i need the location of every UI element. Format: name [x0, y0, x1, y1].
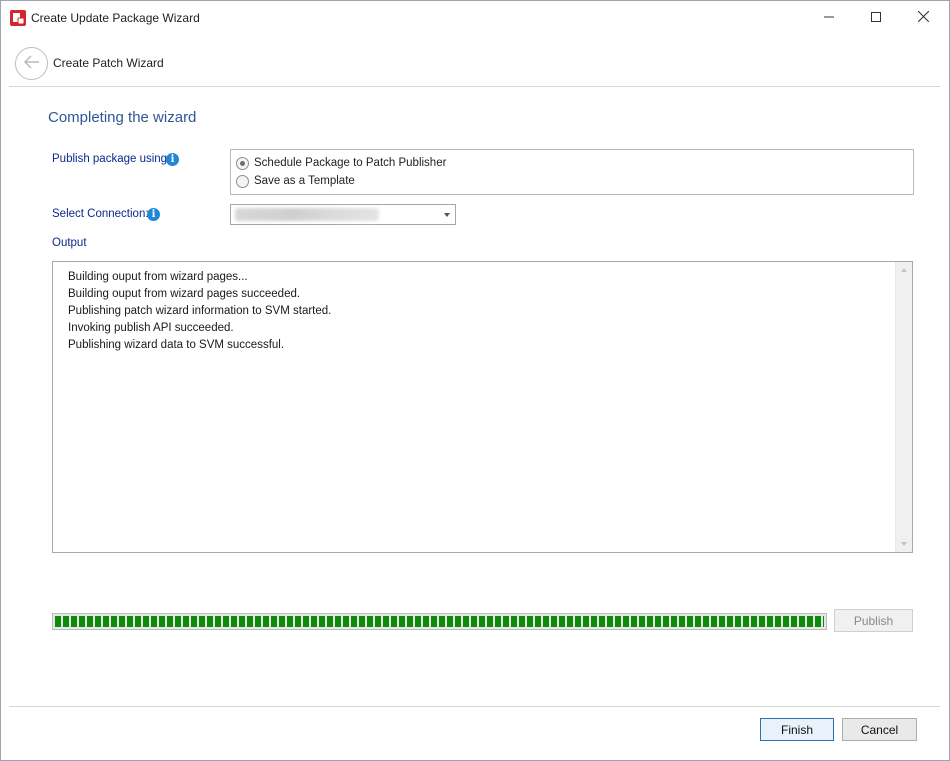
- log-line: Publishing patch wizard information to S…: [68, 305, 332, 317]
- back-button[interactable]: [15, 47, 48, 80]
- radio-button-checked[interactable]: [236, 156, 249, 170]
- radio-label: Save as a Template: [254, 175, 355, 187]
- connection-value-redacted: [235, 208, 379, 221]
- log-line: Building ouput from wizard pages...: [68, 271, 248, 283]
- info-icon[interactable]: i: [147, 208, 160, 221]
- minimize-button[interactable]: [806, 1, 852, 35]
- page-title: Completing the wizard: [48, 109, 197, 126]
- footer-divider: [9, 706, 940, 707]
- radio-save-template[interactable]: Save as a Template: [236, 173, 355, 189]
- wizard-header: Create Patch Wizard: [9, 39, 940, 87]
- minimize-icon: [824, 11, 834, 25]
- log-line: Invoking publish API succeeded.: [68, 322, 234, 334]
- radio-button[interactable]: [236, 174, 249, 188]
- publish-progress-bar: [52, 613, 827, 630]
- maximize-button[interactable]: [853, 1, 899, 35]
- wizard-header-title: Create Patch Wizard: [53, 56, 164, 70]
- radio-label: Schedule Package to Patch Publisher: [254, 157, 447, 169]
- scroll-down-icon[interactable]: [901, 542, 907, 546]
- close-button[interactable]: [900, 1, 946, 35]
- info-icon[interactable]: i: [166, 153, 179, 166]
- connection-label: Select Connection:: [52, 208, 149, 220]
- connection-dropdown[interactable]: [230, 204, 456, 225]
- vertical-scrollbar[interactable]: [895, 262, 912, 552]
- maximize-icon: [871, 11, 881, 25]
- dropdown-arrow-icon: [444, 213, 450, 217]
- log-line: Publishing wizard data to SVM successful…: [68, 339, 285, 351]
- publish-options-group: Schedule Package to Patch Publisher Save…: [230, 149, 914, 195]
- wizard-window: Create Update Package Wizard Create Patc…: [0, 0, 950, 761]
- publish-button[interactable]: Publish: [834, 609, 913, 632]
- window-title: Create Update Package Wizard: [31, 11, 200, 25]
- log-line: Building ouput from wizard pages succeed…: [68, 288, 301, 300]
- output-label: Output: [52, 237, 87, 249]
- finish-button[interactable]: Finish: [760, 718, 834, 741]
- output-lines: Building ouput from wizard pages... Buil…: [68, 269, 331, 354]
- radio-schedule-package[interactable]: Schedule Package to Patch Publisher: [236, 155, 446, 171]
- back-arrow-icon: [23, 55, 41, 72]
- close-icon: [917, 10, 929, 25]
- progress-fill: [55, 616, 824, 627]
- output-log[interactable]: Building ouput from wizard pages... Buil…: [52, 261, 913, 553]
- cancel-button[interactable]: Cancel: [842, 718, 917, 741]
- scroll-up-icon[interactable]: [901, 268, 907, 272]
- title-bar: Create Update Package Wizard: [1, 1, 949, 35]
- app-icon: [10, 10, 26, 26]
- publish-label: Publish package using:: [52, 153, 171, 165]
